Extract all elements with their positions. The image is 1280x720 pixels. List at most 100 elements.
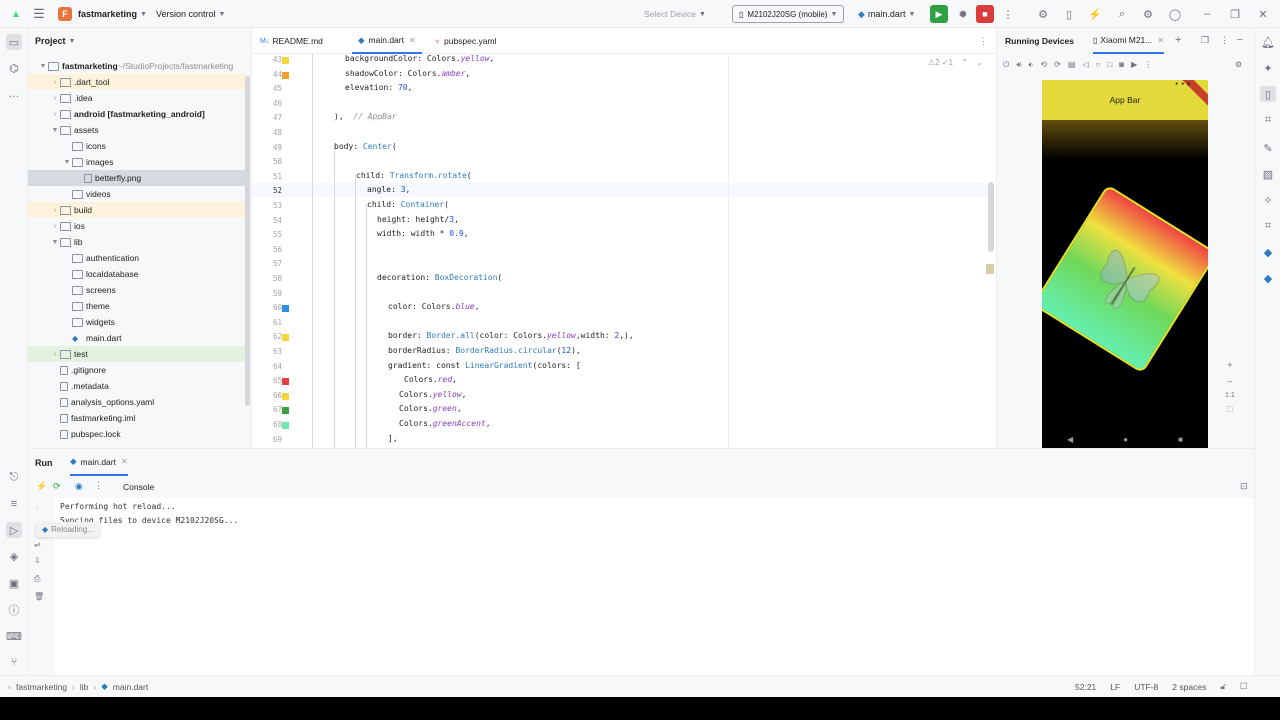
tab-main-dart[interactable]: ◆ main.dart ✕ — [352, 28, 422, 54]
color-swatch[interactable] — [282, 305, 289, 313]
color-swatch[interactable] — [282, 407, 289, 415]
color-swatch[interactable] — [282, 422, 289, 429]
chevron-right-icon[interactable]: › — [50, 351, 60, 358]
layout-icon[interactable]: ⊡ — [1240, 481, 1248, 492]
more-horizontal-icon[interactable]: … — [6, 86, 22, 102]
console-tab[interactable]: Console — [123, 482, 154, 492]
run-tool-icon[interactable]: ▷ — [6, 522, 22, 538]
indent-setting[interactable]: 2 spaces — [1172, 682, 1206, 692]
scroll-to-end-icon[interactable]: ⇩ — [34, 556, 41, 565]
sparkle-icon[interactable]: ✧ — [1260, 192, 1276, 208]
breadcrumb-item[interactable]: main.dart — [113, 682, 148, 692]
more-vertical-icon[interactable]: ⋮ — [94, 480, 103, 491]
tree-item[interactable]: localdatabase — [28, 266, 246, 282]
chevron-right-icon[interactable]: › — [50, 111, 60, 118]
volume-up-icon[interactable]: 🔊︎ — [1016, 60, 1021, 70]
volume-down-icon[interactable]: 🔉︎ — [1028, 60, 1033, 70]
tree-item[interactable]: ▼ fastmarketing ~/StudioProjects/fastmark… — [28, 58, 246, 74]
tree-item[interactable]: ◆ main.dart — [28, 330, 246, 346]
back-icon[interactable]: ◀ — [1067, 435, 1073, 444]
tree-item[interactable]: pubspec.lock — [28, 426, 246, 442]
tree-item[interactable]: › android [fastmarketing_android] — [28, 106, 246, 122]
lock-icon[interactable]: 🔓︎ — [1220, 681, 1226, 692]
settings-icon[interactable]: ⚙ — [1235, 60, 1242, 69]
chevron-down-icon[interactable]: ▼ — [62, 159, 72, 166]
tree-item[interactable]: › test — [28, 346, 246, 362]
chevron-right-icon[interactable]: › — [50, 223, 60, 230]
structure-icon[interactable]: ⌬ — [6, 60, 22, 76]
device-explorer-icon[interactable]: ⌗ — [1260, 112, 1276, 128]
devtools-icon[interactable]: ◈ — [6, 548, 22, 564]
tree-item[interactable]: screens — [28, 282, 246, 298]
tab-running-devices[interactable]: Running Devices — [1005, 28, 1074, 54]
tree-item[interactable]: fastmarketing.iml — [28, 410, 246, 426]
terminal-icon[interactable]: ⌨ — [6, 628, 22, 644]
console-output[interactable]: Performing hot reload... Syncing files t… — [54, 498, 1254, 675]
debug-button[interactable]: ✹ — [955, 0, 971, 28]
back-icon[interactable]: ◁ — [1082, 60, 1088, 70]
window-icon[interactable]: ❐ — [1201, 35, 1209, 46]
notifications-icon[interactable]: 🔔︎ — [1260, 34, 1276, 50]
list-icon[interactable]: ≡ — [6, 496, 22, 512]
scrollbar[interactable] — [988, 182, 994, 252]
color-swatch[interactable] — [282, 378, 289, 386]
tree-item[interactable]: authentication — [28, 250, 246, 266]
record-icon[interactable]: ▶ — [1131, 60, 1137, 70]
file-encoding[interactable]: UTF-8 — [1134, 682, 1158, 692]
problems-icon[interactable]: ⓘ — [6, 602, 22, 618]
device-screen[interactable]: ● ● ▮ App Bar ◀ ● ■ — [1042, 80, 1208, 448]
stop-button[interactable]: ■ — [976, 0, 994, 28]
running-devices-icon[interactable]: ▯ — [1260, 86, 1276, 102]
tree-item[interactable]: › ios — [28, 218, 246, 234]
tree-item[interactable]: ▼ images — [28, 154, 246, 170]
close-icon[interactable]: ✕ — [409, 36, 416, 45]
tree-item[interactable]: betterfly.png — [28, 170, 246, 186]
layout-inspector-icon[interactable]: ⌗ — [1260, 218, 1276, 234]
close-icon[interactable]: ✕ — [1157, 36, 1164, 45]
chevron-down-icon[interactable]: ▼ — [38, 63, 48, 70]
flutter-icon[interactable]: ◆ — [1260, 244, 1276, 260]
sdk-manager-button[interactable]: ⚙ — [1035, 0, 1051, 28]
device-manager-button[interactable]: ▯ — [1061, 0, 1077, 28]
tree-item[interactable]: › build — [28, 202, 246, 218]
minimize-button[interactable]: – — [1199, 0, 1215, 28]
breadcrumb-item[interactable]: lib — [80, 682, 89, 692]
more-vertical-icon[interactable]: ⋮ — [1220, 35, 1229, 46]
close-icon[interactable]: ✕ — [121, 457, 128, 466]
folder-icon[interactable]: ▭ — [6, 34, 22, 50]
search-button[interactable]: ⌕ — [1114, 0, 1130, 28]
run-config-selector[interactable]: ◆ main.dart ▼ — [858, 0, 915, 28]
rotate-left-icon[interactable]: ⟲ — [1040, 60, 1047, 70]
print-icon[interactable]: ⎙ — [34, 574, 40, 584]
flutter-inspector-icon[interactable]: ✎ — [1260, 140, 1276, 156]
soft-wrap-icon[interactable]: ⇌ — [34, 540, 41, 549]
more-vertical-icon[interactable]: ⋮ — [979, 36, 988, 47]
tree-item[interactable]: theme — [28, 298, 246, 314]
tab-device[interactable]: ▯ Xiaomi M21... ✕ — [1093, 28, 1165, 54]
color-swatch[interactable] — [282, 71, 289, 79]
code-editor[interactable]: 43 backgroundColor: Colors.yellow, 44 shado… — [252, 54, 996, 448]
project-switcher[interactable]: F fastmarketing ▼ — [58, 0, 147, 28]
select-device-dropdown[interactable]: Select Device ▼ — [644, 0, 706, 28]
caret-position[interactable]: 52:21 — [1075, 682, 1096, 692]
zoom-actual-size-button[interactable]: 1:1 — [1225, 392, 1235, 399]
overview-icon[interactable]: ■ — [1178, 435, 1183, 444]
notification-icon[interactable]: ☐ — [1240, 681, 1248, 692]
tree-item[interactable]: videos — [28, 186, 246, 202]
flutter-performance-icon[interactable]: ◆ — [1260, 270, 1276, 286]
breadcrumb-item[interactable]: fastmarketing — [16, 682, 67, 692]
run-button[interactable]: ▶ — [930, 0, 948, 28]
more-actions-button[interactable]: ⋮ — [1000, 0, 1016, 28]
chevron-down-icon[interactable]: ▼ — [50, 239, 60, 246]
run-config-tab[interactable]: ◆ main.dart ✕ — [70, 449, 128, 476]
hot-restart-icon[interactable]: ⟳ — [53, 481, 61, 492]
scrollbar[interactable] — [245, 76, 250, 406]
maximize-button[interactable]: ❐ — [1227, 0, 1243, 28]
logcat-icon[interactable]: ▣ — [6, 575, 22, 591]
chevron-right-icon[interactable]: › — [50, 79, 60, 86]
chevron-right-icon[interactable]: › — [50, 95, 60, 102]
arrow-up-icon[interactable]: ↑ — [35, 504, 39, 513]
home-icon[interactable]: ○ — [1096, 60, 1101, 70]
device-selector[interactable]: ▯ M2102J20SG (mobile) ▼ — [732, 0, 845, 28]
more-vertical-icon[interactable]: ⋮ — [1144, 60, 1152, 70]
